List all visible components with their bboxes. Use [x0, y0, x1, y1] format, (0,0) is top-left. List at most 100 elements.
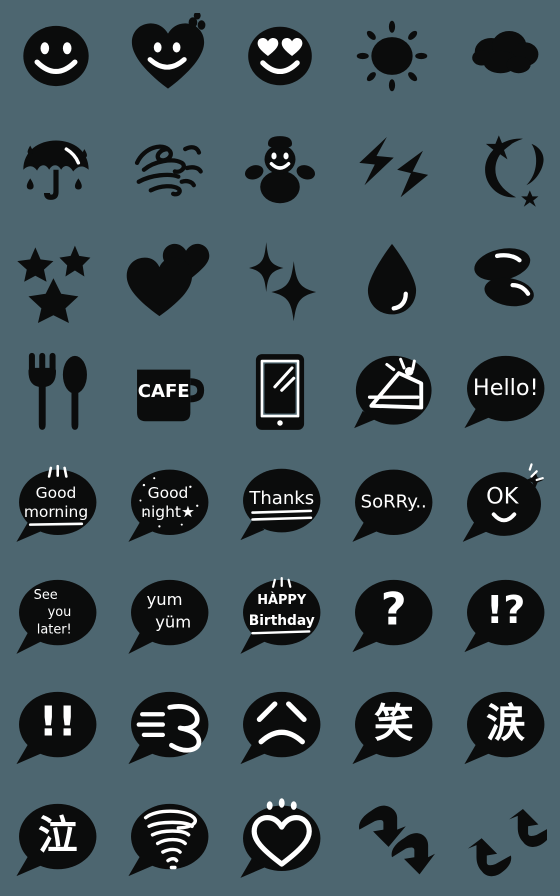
bubble-thanks-label: Thanks — [248, 488, 314, 509]
lightning-bolts-icon[interactable] — [349, 125, 435, 211]
umbrella-rain-icon[interactable] — [13, 125, 99, 211]
bubble-double-exclamation[interactable]: !! — [13, 685, 99, 771]
sticker-cell[interactable] — [0, 112, 112, 224]
sticker-cell[interactable]: !? — [448, 560, 560, 672]
sticker-cell[interactable] — [0, 224, 112, 336]
bubble-yum-yum[interactable]: yum yüm — [125, 573, 211, 659]
sticker-cell[interactable]: SoRRy.. — [336, 448, 448, 560]
sticker-cell[interactable]: See you later! — [0, 560, 112, 672]
bubble-question-mark[interactable]: ? — [349, 573, 435, 659]
bubble-see-you-later[interactable]: See you later! — [13, 573, 99, 659]
sticker-cell[interactable] — [448, 0, 560, 112]
water-droplet-icon[interactable] — [349, 237, 435, 323]
sticker-cell[interactable]: ? — [336, 560, 448, 672]
sticker-cell[interactable] — [112, 784, 224, 896]
double-down-arrow-icon[interactable] — [461, 797, 547, 883]
snowman-icon[interactable] — [237, 125, 323, 211]
sticker-cell[interactable] — [336, 224, 448, 336]
tablet-device-icon[interactable] — [237, 349, 323, 435]
see-you-later-line3: later! — [37, 622, 72, 637]
kanji-namida-label: 涙 — [486, 701, 526, 747]
three-stars-icon[interactable] — [13, 237, 99, 323]
sticker-cell[interactable] — [112, 672, 224, 784]
two-hearts-icon[interactable] — [125, 237, 211, 323]
sticker-cell[interactable]: HÀPPY Birthday — [224, 560, 336, 672]
good-night-line2: night★ — [141, 503, 195, 521]
smiley-face-icon[interactable] — [13, 13, 99, 99]
sticker-cell[interactable]: 泣 — [0, 784, 112, 896]
bubble-good-morning[interactable]: Good morning — [13, 461, 99, 547]
sticker-cell[interactable] — [336, 112, 448, 224]
sticker-cell[interactable]: Good night★ — [112, 448, 224, 560]
double-up-arrow-icon[interactable] — [349, 797, 435, 883]
emoji-sticker-grid: CAFE Hello! Good morning Good night★ Tha… — [0, 0, 560, 896]
bubble-interrobang[interactable]: !? — [461, 573, 547, 659]
sticker-cell[interactable] — [224, 224, 336, 336]
smiling-heart-face-icon[interactable] — [125, 13, 211, 99]
sparkles-icon[interactable] — [237, 237, 323, 323]
good-morning-line1: Good — [36, 484, 77, 502]
sticker-cell[interactable] — [224, 672, 336, 784]
sticker-cell[interactable]: Hello! — [448, 336, 560, 448]
double-exclamation-label: !! — [39, 698, 77, 746]
sticker-cell[interactable] — [0, 0, 112, 112]
sticker-cell[interactable] — [112, 0, 224, 112]
bubble-kanji-namida[interactable]: 涙 — [461, 685, 547, 771]
sticker-cell[interactable]: 涙 — [448, 672, 560, 784]
happy-birthday-line1: HÀPPY — [257, 592, 307, 608]
good-night-line1: Good — [148, 484, 189, 502]
bubble-ok-smile[interactable]: OK — [461, 461, 547, 547]
sticker-cell[interactable] — [112, 224, 224, 336]
bubble-sorry[interactable]: SoRRy.. — [349, 461, 435, 547]
bubble-good-night[interactable]: Good night★ — [125, 461, 211, 547]
coffee-beans-icon[interactable] — [461, 237, 547, 323]
bubble-hello-label: Hello! — [473, 375, 539, 401]
bubble-angry-face-icon[interactable] — [237, 685, 323, 771]
sticker-cell[interactable] — [336, 336, 448, 448]
yum-yum-line2: yüm — [155, 612, 191, 631]
sticker-cell[interactable] — [224, 0, 336, 112]
sticker-cell[interactable] — [0, 336, 112, 448]
bubble-kanji-warau[interactable]: 笑 — [349, 685, 435, 771]
bubble-ok-label: OK — [486, 484, 520, 510]
kanji-warau-label: 笑 — [374, 701, 414, 747]
good-morning-line2: morning — [24, 503, 88, 521]
bubble-happy-birthday[interactable]: HÀPPY Birthday — [237, 573, 323, 659]
sticker-cell[interactable] — [224, 112, 336, 224]
sticker-cell[interactable] — [224, 336, 336, 448]
bubble-thanks[interactable]: Thanks — [237, 461, 323, 547]
question-mark-label: ? — [381, 583, 407, 636]
sticker-cell[interactable] — [448, 224, 560, 336]
kanji-naku-label: 泣 — [38, 813, 78, 859]
heart-eyes-face-icon[interactable] — [237, 13, 323, 99]
cafe-mug-icon[interactable]: CAFE — [125, 349, 211, 435]
sticker-cell[interactable]: 笑 — [336, 672, 448, 784]
crescent-moon-stars-icon[interactable] — [461, 125, 547, 211]
sticker-cell[interactable]: CAFE — [112, 336, 224, 448]
sticker-cell[interactable] — [336, 0, 448, 112]
fork-and-spoon-icon[interactable] — [13, 349, 99, 435]
bubble-tornado-icon[interactable] — [125, 797, 211, 883]
sun-icon[interactable] — [349, 13, 435, 99]
see-you-later-line1: See — [34, 588, 58, 603]
wind-scribble-icon[interactable] — [125, 125, 211, 211]
sticker-cell[interactable] — [336, 784, 448, 896]
cake-slice-bubble-icon[interactable] — [349, 349, 435, 435]
sticker-cell[interactable]: yum yüm — [112, 560, 224, 672]
sticker-cell[interactable] — [112, 112, 224, 224]
sticker-cell[interactable] — [448, 112, 560, 224]
bubble-sparkle-heart-icon[interactable] — [237, 797, 323, 883]
see-you-later-line2: you — [48, 605, 72, 620]
sticker-cell[interactable]: Good morning — [0, 448, 112, 560]
sticker-cell[interactable]: OK — [448, 448, 560, 560]
bubble-hello[interactable]: Hello! — [461, 349, 547, 435]
bubble-sigh-puff-icon[interactable] — [125, 685, 211, 771]
sticker-cell[interactable]: Thanks — [224, 448, 336, 560]
bubble-kanji-naku[interactable]: 泣 — [13, 797, 99, 883]
yum-yum-line1: yum — [147, 590, 183, 609]
sticker-cell[interactable] — [448, 784, 560, 896]
cafe-mug-label: CAFE — [138, 381, 190, 402]
cloud-icon[interactable] — [461, 13, 547, 99]
sticker-cell[interactable]: !! — [0, 672, 112, 784]
sticker-cell[interactable] — [224, 784, 336, 896]
